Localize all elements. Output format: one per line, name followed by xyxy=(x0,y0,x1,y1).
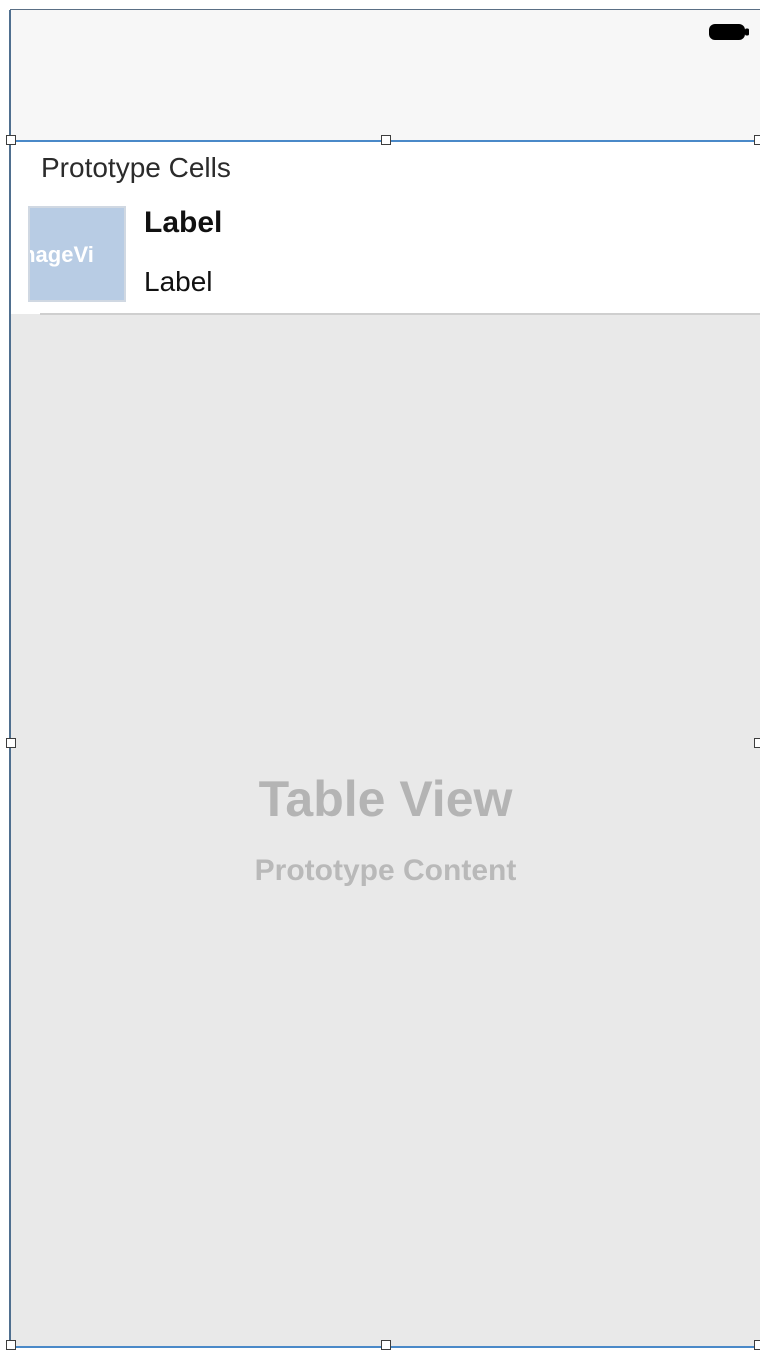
image-view-label: mageVi xyxy=(30,242,94,267)
cell-subtitle-label[interactable]: Label xyxy=(144,266,213,298)
section-header: Prototype Cells xyxy=(11,142,760,196)
resize-handle-bottom-left[interactable] xyxy=(6,1340,16,1350)
section-header-label: Prototype Cells xyxy=(41,152,231,183)
resize-handle-top-left[interactable] xyxy=(6,135,16,145)
battery-icon xyxy=(709,24,749,40)
cell-separator xyxy=(40,313,760,315)
resize-handle-top-center[interactable] xyxy=(381,135,391,145)
resize-handle-middle-right[interactable] xyxy=(754,738,760,748)
status-bar xyxy=(11,10,760,140)
table-view[interactable] xyxy=(11,140,760,1348)
resize-handle-bottom-center[interactable] xyxy=(381,1340,391,1350)
resize-handle-middle-left[interactable] xyxy=(6,738,16,748)
storyboard-canvas: Prototype Cells mageVi Label Label Table… xyxy=(0,0,760,1353)
prototype-cell[interactable]: mageVi Label Label xyxy=(11,196,760,314)
scene-top-edge xyxy=(10,9,760,10)
resize-handle-top-right[interactable] xyxy=(754,135,760,145)
table-view-placeholder-title: Table View xyxy=(258,771,513,827)
image-view[interactable]: mageVi xyxy=(28,206,126,302)
resize-handle-bottom-right[interactable] xyxy=(754,1340,760,1350)
table-view-placeholder-subtitle: Prototype Content xyxy=(254,854,517,887)
cell-title-label[interactable]: Label xyxy=(144,206,222,240)
